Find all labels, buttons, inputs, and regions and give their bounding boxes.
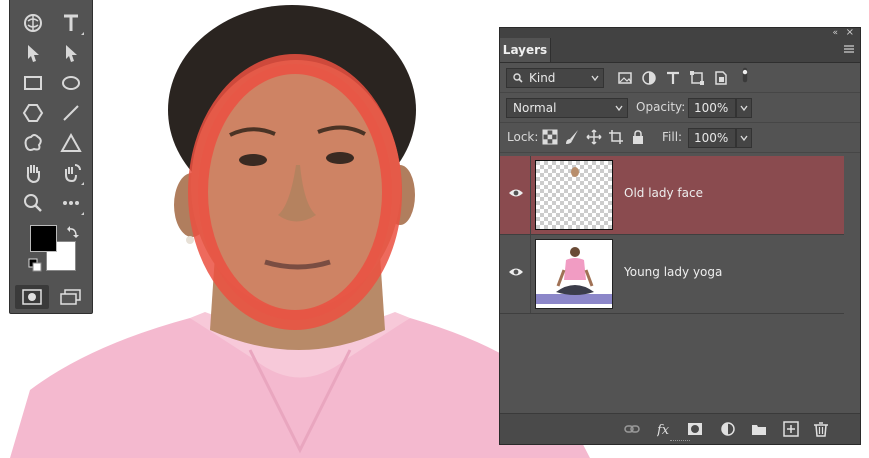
panel-title-bar[interactable]: « × (500, 28, 860, 38)
visibility-column (500, 156, 531, 234)
layer-thumbnail[interactable] (535, 239, 613, 309)
layer-name[interactable]: Old lady face (624, 186, 703, 200)
layers-panel: « × Layers Kind Normal Opacity: 100% Loc… (499, 27, 861, 445)
line-icon (63, 105, 79, 121)
default-colors-icon[interactable] (28, 258, 42, 272)
ellipse-icon (62, 76, 80, 90)
blend-mode-value: Normal (513, 101, 557, 115)
visibility-eye-icon[interactable] (508, 266, 524, 278)
layer-list-scrollbar[interactable] (846, 154, 860, 404)
filter-kind-select[interactable]: Kind (506, 68, 604, 88)
layer-row-old-lady-face[interactable]: Old lady face (500, 156, 844, 235)
opacity-dropdown-button[interactable] (736, 98, 752, 118)
chevron-down-icon (740, 105, 748, 112)
more-tools[interactable] (56, 189, 86, 217)
opacity-label: Opacity: (636, 100, 686, 114)
panel-resize-grip[interactable] (670, 440, 690, 443)
brain-icon (24, 14, 42, 32)
filter-kind-value: Kind (529, 71, 556, 85)
filter-toggle-icon[interactable] (737, 67, 753, 83)
layer-list: Old lady face Young lady yoga (500, 154, 846, 314)
rectangle-tool[interactable] (18, 69, 48, 97)
pixel-filter-icon[interactable] (617, 70, 633, 86)
fill-label: Fill: (662, 130, 683, 144)
search-icon (513, 73, 523, 83)
screen-mode-icon (60, 289, 81, 305)
more-tools-icon (63, 201, 79, 205)
lock-artboard-icon[interactable] (608, 129, 624, 145)
add-mask-icon[interactable] (687, 421, 703, 437)
custom-shape-icon (24, 134, 42, 151)
triangle-icon (60, 132, 82, 152)
filter-row: Kind (500, 63, 860, 93)
hand-tool[interactable] (18, 159, 48, 187)
chevron-down-icon (740, 135, 748, 142)
layer-thumbnail[interactable] (535, 160, 613, 230)
rectangle-icon (24, 76, 42, 90)
quick-mask-icon (22, 289, 42, 305)
zoom-tool[interactable] (18, 189, 48, 217)
tools-panel (9, 0, 93, 314)
lock-row: Lock: Fill: 100% (500, 123, 860, 153)
chevron-down-icon (591, 75, 599, 82)
fill-field[interactable]: 100% (688, 128, 736, 148)
screen-mode-button[interactable] (56, 285, 86, 309)
triangle-tool[interactable] (56, 129, 86, 157)
layer-style-fx-icon[interactable]: fx (657, 421, 673, 437)
link-layers-icon[interactable] (624, 421, 640, 437)
new-group-icon[interactable] (751, 421, 767, 437)
type-filter-icon[interactable] (665, 70, 681, 86)
close-icon[interactable]: × (846, 28, 854, 38)
blend-mode-select[interactable]: Normal (506, 98, 628, 118)
foreground-color-swatch[interactable] (30, 225, 57, 252)
visibility-eye-icon[interactable] (508, 187, 524, 199)
delete-layer-icon[interactable] (813, 421, 829, 437)
panel-menu-icon[interactable] (844, 44, 854, 54)
path-selection-tool[interactable] (18, 39, 48, 67)
swap-colors-icon[interactable] (66, 225, 80, 239)
shape-filter-icon[interactable] (689, 70, 705, 86)
chevron-down-icon (615, 105, 623, 112)
layer-name[interactable]: Young lady yoga (624, 265, 722, 279)
adjustment-layer-icon[interactable] (720, 421, 736, 437)
direct-selection-tool[interactable] (56, 39, 86, 67)
polygon-icon (22, 104, 44, 122)
lock-position-icon[interactable] (586, 129, 602, 145)
hand-icon (26, 165, 40, 184)
new-layer-icon[interactable] (783, 421, 799, 437)
rotate-view-icon (65, 164, 81, 183)
polygon-tool[interactable] (18, 99, 48, 127)
panel-tab-bar: Layers (500, 38, 860, 63)
quick-mask-button[interactable] (15, 285, 49, 309)
lock-label: Lock: (507, 130, 539, 144)
collapse-panel-icon[interactable]: « (832, 28, 838, 38)
lock-transparent-pixels-icon[interactable] (542, 129, 558, 145)
type-icon (64, 14, 78, 31)
visibility-column (500, 235, 531, 313)
type-tool[interactable] (56, 9, 86, 37)
blend-row: Normal Opacity: 100% (500, 93, 860, 123)
smart-object-filter-icon[interactable] (713, 70, 729, 86)
transparency-checkerboard (536, 161, 612, 229)
svg-text:fx: fx (657, 423, 670, 437)
layers-footer: fx (500, 413, 860, 444)
fill-dropdown-button[interactable] (736, 128, 752, 148)
lock-all-icon[interactable] (630, 129, 646, 145)
ellipse-tool[interactable] (56, 69, 86, 97)
adjustment-filter-icon[interactable] (641, 70, 657, 86)
yoga-photo-thumbnail (536, 240, 612, 308)
line-tool[interactable] (56, 99, 86, 127)
opacity-field[interactable]: 100% (688, 98, 736, 118)
zoom-icon (24, 194, 42, 212)
tab-layers[interactable]: Layers (500, 38, 551, 62)
direct-selection-icon (66, 45, 77, 62)
content-aware-move-tool[interactable] (18, 9, 48, 37)
lock-image-pixels-icon[interactable] (564, 129, 580, 145)
path-selection-icon (28, 45, 39, 62)
custom-shape-tool[interactable] (18, 129, 48, 157)
rotate-view-tool[interactable] (56, 159, 86, 187)
layer-row-young-lady-yoga[interactable]: Young lady yoga (500, 235, 844, 314)
